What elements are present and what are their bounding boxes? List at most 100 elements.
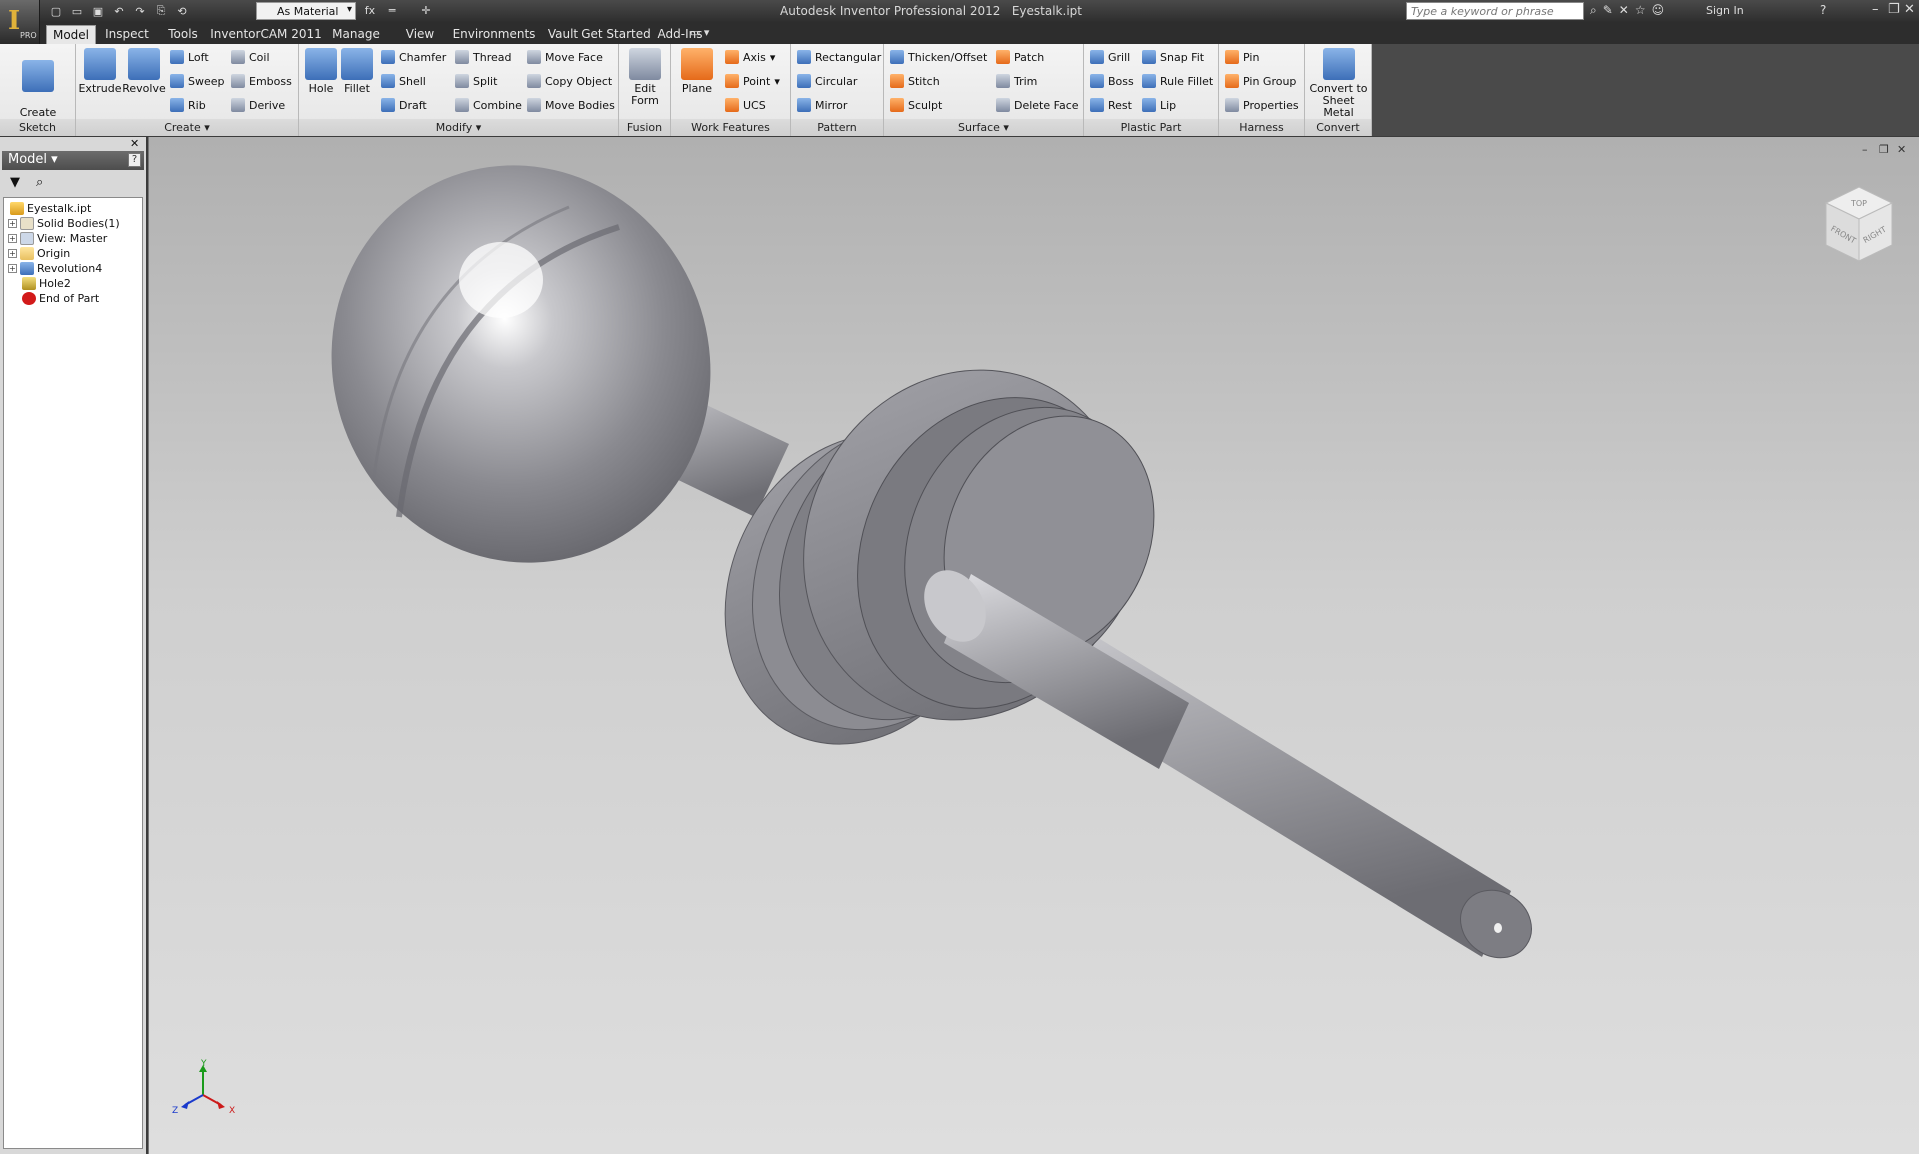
circular-pattern-icon xyxy=(797,74,811,88)
mirror-button[interactable]: Mirror xyxy=(797,96,847,114)
camera-icon[interactable]: ▭ ▾ xyxy=(690,26,709,39)
panel-surface-label[interactable]: Surface ▾ xyxy=(884,119,1083,136)
find-binoculars-icon[interactable]: ⌕ xyxy=(36,175,43,195)
revolve-button[interactable]: Revolve xyxy=(122,48,166,95)
rule-fillet-button[interactable]: Rule Fillet xyxy=(1142,72,1213,90)
help-icon[interactable]: ? xyxy=(1820,3,1826,17)
browser-help-icon[interactable]: ? xyxy=(128,153,141,167)
restore-icon[interactable]: ❐ xyxy=(1888,2,1900,17)
edit-form-button[interactable]: Edit Form xyxy=(625,48,665,107)
draft-button[interactable]: Draft xyxy=(381,96,427,114)
expand-icon[interactable]: + xyxy=(8,263,17,273)
plane-button[interactable]: Plane xyxy=(677,48,717,95)
material-dropdown[interactable]: As Material xyxy=(256,2,356,20)
fillet-button[interactable]: Fillet xyxy=(339,48,375,95)
redo-icon[interactable]: ↷ xyxy=(132,4,148,19)
stitch-button[interactable]: Stitch xyxy=(890,72,940,90)
thread-button[interactable]: Thread xyxy=(455,48,511,66)
application-menu-button[interactable]: I PRO xyxy=(0,0,40,44)
hole-icon xyxy=(305,48,337,80)
browser-header[interactable]: Model ▾ ? xyxy=(2,151,144,170)
expand-icon[interactable]: + xyxy=(8,248,17,258)
derive-button[interactable]: Derive xyxy=(231,96,285,114)
point-button[interactable]: Point ▾ xyxy=(725,72,780,90)
draft-icon xyxy=(381,98,395,112)
hole-button[interactable]: Hole xyxy=(303,48,339,95)
line-style-icon[interactable]: ═ xyxy=(384,3,400,18)
copy-object-button[interactable]: Copy Object xyxy=(527,72,612,90)
delete-face-button[interactable]: Delete Face xyxy=(996,96,1079,114)
emboss-icon xyxy=(231,74,245,88)
snap-fit-button[interactable]: Snap Fit xyxy=(1142,48,1204,66)
tab-add-ins[interactable]: Add-Ins xyxy=(620,25,740,44)
panel-create-label[interactable]: Create ▾ xyxy=(76,119,298,136)
parameters-icon[interactable]: fx xyxy=(362,3,378,18)
graphics-window[interactable]: – ❐ ✕ TOP FRONT RIGHT Y X Z xyxy=(148,137,1919,1154)
sign-in-link[interactable]: Sign In xyxy=(1706,4,1744,17)
update-icon[interactable]: ⟲ xyxy=(174,4,190,19)
undo-icon[interactable]: ↶ xyxy=(111,4,127,19)
combine-button[interactable]: Combine xyxy=(455,96,522,114)
star-icon[interactable]: ☆ xyxy=(1635,3,1646,18)
sweep-button[interactable]: Sweep xyxy=(170,72,225,90)
user-icon[interactable]: ☺ xyxy=(1652,3,1665,18)
rest-button[interactable]: Rest xyxy=(1090,96,1132,114)
rib-button[interactable]: Rib xyxy=(170,96,206,114)
panel-modify-label[interactable]: Modify ▾ xyxy=(299,119,618,136)
minimize-icon[interactable]: – xyxy=(1872,2,1879,17)
tab-inspect[interactable]: Inspect xyxy=(98,25,156,44)
return-icon[interactable]: ⎘ xyxy=(153,4,169,19)
move-face-button[interactable]: Move Face xyxy=(527,48,603,66)
browser-close-icon[interactable]: ✕ xyxy=(130,137,139,150)
close-x-icon[interactable]: ✕ xyxy=(1619,3,1629,18)
move-icon[interactable]: ✛ xyxy=(418,3,434,18)
tab-model[interactable]: Model xyxy=(46,25,96,44)
tree-item-solid-bodies[interactable]: + Solid Bodies(1) xyxy=(8,215,120,231)
pin-button[interactable]: Pin xyxy=(1225,48,1259,66)
viewcube[interactable]: TOP FRONT RIGHT xyxy=(1814,177,1904,277)
convert-to-sheet-metal-button[interactable]: Convert to Sheet Metal xyxy=(1307,48,1370,119)
emboss-button[interactable]: Emboss xyxy=(231,72,292,90)
tree-item-revolution[interactable]: + Revolution4 xyxy=(8,260,102,276)
new-file-icon[interactable]: ▢ xyxy=(48,4,64,19)
coil-button[interactable]: Coil xyxy=(231,48,270,66)
trim-button[interactable]: Trim xyxy=(996,72,1037,90)
tree-item-origin[interactable]: + Origin xyxy=(8,245,70,261)
lip-button[interactable]: Lip xyxy=(1142,96,1176,114)
extrude-button[interactable]: Extrude xyxy=(78,48,122,95)
grill-button[interactable]: Grill xyxy=(1090,48,1130,66)
filter-icon[interactable]: ▼ xyxy=(10,175,20,195)
split-button[interactable]: Split xyxy=(455,72,497,90)
derive-icon xyxy=(231,98,245,112)
properties-button[interactable]: Properties xyxy=(1225,96,1299,114)
rectangular-pattern-button[interactable]: Rectangular xyxy=(797,48,881,66)
binoculars-icon[interactable]: ⌕ xyxy=(1590,3,1597,18)
patch-button[interactable]: Patch xyxy=(996,48,1044,66)
loft-button[interactable]: Loft xyxy=(170,48,209,66)
circular-pattern-button[interactable]: Circular xyxy=(797,72,857,90)
tree-item-view[interactable]: + View: Master xyxy=(8,230,107,246)
tree-item-part[interactable]: Eyestalk.ipt xyxy=(10,200,91,216)
folder-icon xyxy=(20,246,34,260)
boss-button[interactable]: Boss xyxy=(1090,72,1134,90)
open-file-icon[interactable]: ▭ xyxy=(69,4,85,19)
tools-icon[interactable]: ✎ xyxy=(1603,3,1613,18)
expand-icon[interactable]: + xyxy=(8,218,17,228)
search-input[interactable]: Type a keyword or phrase xyxy=(1406,2,1584,20)
eye-ball[interactable] xyxy=(276,137,766,616)
tree-item-hole[interactable]: Hole2 xyxy=(22,275,71,291)
save-icon[interactable]: ▣ xyxy=(90,4,106,19)
sculpt-button[interactable]: Sculpt xyxy=(890,96,942,114)
y-label: Y xyxy=(200,1059,207,1069)
tree-item-end-of-part[interactable]: End of Part xyxy=(22,290,99,306)
shell-button[interactable]: Shell xyxy=(381,72,426,90)
axis-button[interactable]: Axis ▾ xyxy=(725,48,775,66)
ucs-button[interactable]: UCS xyxy=(725,96,766,114)
thicken-offset-button[interactable]: Thicken/Offset xyxy=(890,48,987,66)
expand-icon[interactable]: + xyxy=(8,233,17,243)
pin-group-button[interactable]: Pin Group xyxy=(1225,72,1296,90)
move-bodies-button[interactable]: Move Bodies xyxy=(527,96,615,114)
eyestalk-model[interactable] xyxy=(149,137,1919,1154)
chamfer-button[interactable]: Chamfer xyxy=(381,48,446,66)
close-icon[interactable]: ✕ xyxy=(1904,2,1915,17)
